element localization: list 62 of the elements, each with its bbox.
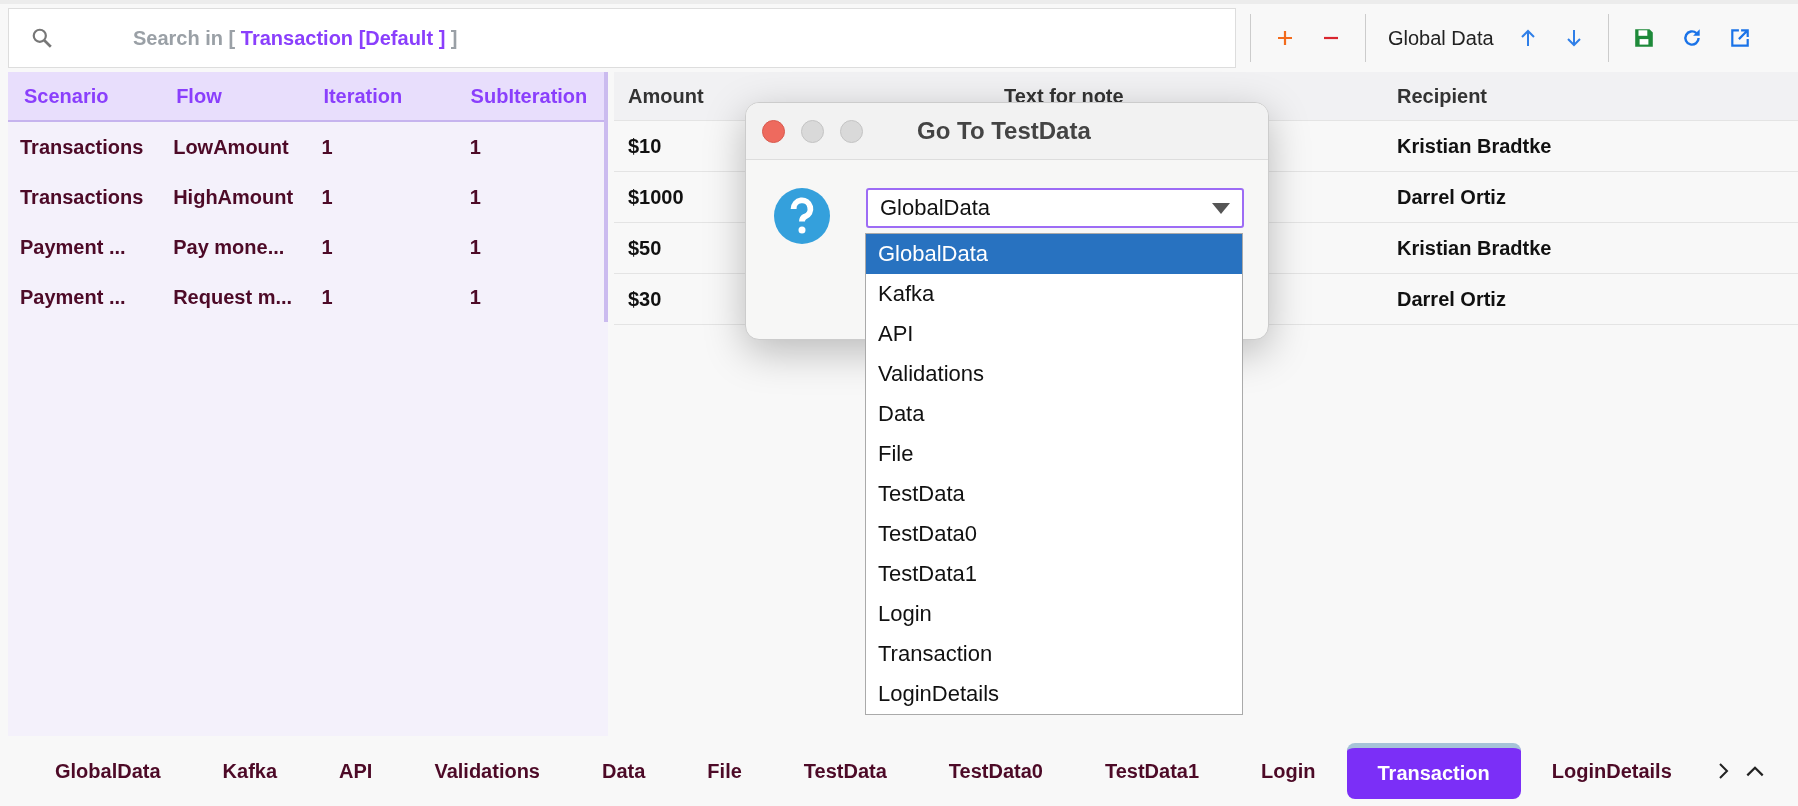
dropdown-option[interactable]: GlobalData	[866, 234, 1242, 274]
table-cell-text: 1	[469, 235, 482, 259]
column-header[interactable]: Recipient	[1397, 84, 1488, 108]
dropdown-option[interactable]: File	[866, 434, 1242, 474]
table-cell-text: HighAmount	[173, 185, 295, 209]
table-cell-text: 1	[321, 235, 334, 259]
close-button[interactable]	[762, 119, 785, 143]
sheet-tab[interactable]: LoginDetails	[1520, 745, 1703, 797]
sheet-tab[interactable]: Transaction	[1346, 743, 1521, 799]
sheet-tab[interactable]: GlobalData	[24, 745, 192, 797]
data-label: Global Data	[1388, 26, 1494, 50]
search-icon	[31, 27, 53, 49]
dropdown-option[interactable]: Validations	[866, 354, 1242, 394]
search-field[interactable]: Search in [ Transaction [Default ] ]	[8, 8, 1236, 68]
table-cell: $10	[628, 134, 662, 158]
dropdown-option[interactable]: API	[866, 314, 1242, 354]
table-cell-text: Request m...	[173, 285, 294, 309]
table-cell: Kristian Bradtke	[1397, 134, 1552, 158]
caret-icon	[1212, 202, 1230, 214]
sheet-tab[interactable]: TestData1	[1073, 745, 1231, 797]
column-header[interactable]: Flow	[176, 84, 324, 108]
table-cell-text: Pay mone...	[173, 235, 286, 259]
dropdown-option[interactable]: Transaction	[866, 634, 1242, 674]
table-cell-text: LowAmount	[173, 135, 290, 159]
table-cell-text: 1	[469, 285, 482, 309]
sheet-tab[interactable]: TestData	[772, 745, 918, 797]
dropdown-option[interactable]: Kafka	[866, 274, 1242, 314]
table-cell-text: 1	[321, 285, 334, 309]
sheet-tab[interactable]: File	[676, 745, 773, 797]
table-cell: $50	[628, 236, 662, 260]
sheet-tab[interactable]: Kafka	[191, 745, 309, 797]
column-header[interactable]: Iteration	[323, 84, 471, 108]
dropdown-option[interactable]: Data	[866, 394, 1242, 434]
dialog-title: Go To TestData	[917, 117, 1091, 145]
column-header[interactable]: SubIteration	[470, 84, 608, 108]
table-cell: $30	[628, 287, 662, 311]
table-cell-text: Payment ...	[19, 235, 127, 259]
dropdown-option[interactable]: TestData	[866, 474, 1242, 514]
table-cell-text: Transactions	[19, 185, 145, 209]
column-header[interactable]: Scenario	[8, 84, 177, 108]
table-cell-text: 1	[469, 185, 482, 209]
sheet-tab[interactable]: Validations	[403, 745, 571, 797]
table-cell-text: 1	[321, 185, 334, 209]
sheet-tab[interactable]: Data	[571, 745, 677, 797]
question-icon	[774, 188, 830, 244]
sheet-tab[interactable]: Login	[1230, 745, 1347, 797]
column-header[interactable]: Amount	[628, 84, 704, 108]
dropdown-option[interactable]: LoginDetails	[866, 674, 1242, 714]
table-cell-text: Payment ...	[19, 285, 127, 309]
table-cell-text: 1	[321, 135, 334, 159]
dropdown[interactable]: GlobalData	[866, 188, 1244, 228]
sheet-tab[interactable]: API	[308, 745, 404, 797]
dropdown-option[interactable]: TestData0	[866, 514, 1242, 554]
table-cell-text: 1	[469, 135, 482, 159]
table-cell: $1000	[628, 185, 684, 209]
table-cell: Kristian Bradtke	[1397, 236, 1552, 260]
table-cell: Darrel Ortiz	[1397, 185, 1506, 209]
table-cell: Darrel Ortiz	[1397, 287, 1506, 311]
sheet-tab[interactable]: TestData0	[917, 745, 1074, 797]
dropdown-option[interactable]: TestData1	[866, 554, 1242, 594]
dropdown-option[interactable]: Login	[866, 594, 1242, 634]
table-cell-text: Transactions	[19, 135, 145, 159]
